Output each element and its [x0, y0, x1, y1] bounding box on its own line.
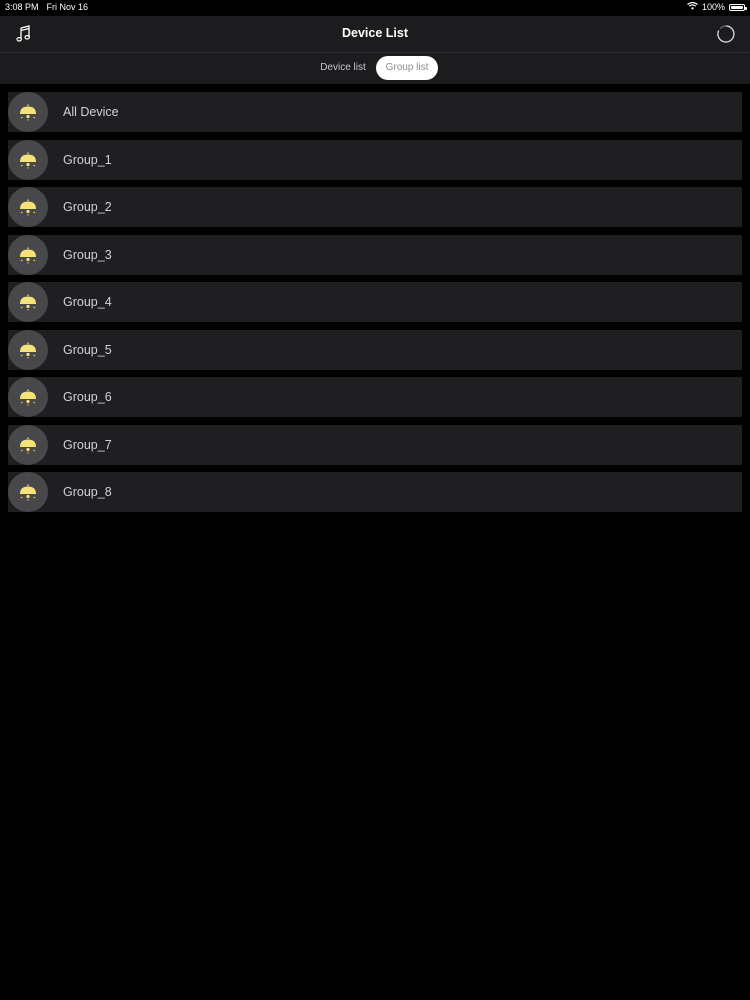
lamp-icon — [8, 92, 48, 132]
group-row-label: Group_5 — [63, 342, 112, 357]
group-row[interactable]: Group_4 — [8, 282, 742, 322]
status-left: 3:08 PM Fri Nov 16 — [5, 2, 88, 12]
group-row-label: All Device — [63, 105, 119, 119]
lamp-icon — [8, 472, 48, 512]
tab-group-list[interactable]: Group list — [376, 56, 438, 80]
lamp-icon — [8, 377, 48, 417]
lamp-icon — [8, 187, 48, 227]
status-bar: 3:08 PM Fri Nov 16 100% — [0, 0, 750, 16]
group-row-label: Group_6 — [63, 390, 112, 404]
status-date: Fri Nov 16 — [46, 2, 89, 12]
battery-percent: 100% — [701, 2, 725, 12]
status-right: 100% — [687, 1, 747, 12]
group-row[interactable]: Group_8 — [8, 472, 742, 512]
group-list: All Device Group_1 Group_2 Group_3 Group_4 Gr… — [8, 92, 742, 520]
navigation-bar: Device List — [0, 16, 750, 53]
group-row[interactable]: Group_5 — [8, 329, 742, 370]
battery-icon — [729, 3, 747, 11]
group-row-label: Group_2 — [63, 200, 112, 214]
lamp-icon — [8, 282, 48, 322]
battery-level-fill — [731, 5, 743, 9]
lamp-icon — [8, 139, 48, 180]
group-row[interactable]: All Device — [8, 92, 742, 132]
group-row[interactable]: Group_2 — [8, 187, 742, 227]
segmented-control: Device list Group list — [0, 53, 750, 84]
loading-spinner-icon[interactable] — [716, 24, 736, 44]
group-row-label: Group_3 — [63, 247, 112, 262]
page-title: Device List — [341, 26, 408, 40]
wifi-icon — [687, 1, 698, 12]
group-row[interactable]: Group_7 — [8, 424, 742, 465]
group-row[interactable]: Group_1 — [8, 139, 742, 180]
group-row-label: Group_1 — [63, 152, 112, 167]
group-row[interactable]: Group_6 — [8, 377, 742, 417]
group-row-label: Group_4 — [63, 295, 112, 309]
lamp-icon — [8, 424, 48, 465]
lamp-icon — [8, 234, 48, 275]
group-row-label: Group_8 — [63, 485, 112, 499]
status-time: 3:08 PM — [5, 2, 39, 12]
group-row-label: Group_7 — [63, 437, 112, 452]
lamp-icon — [8, 329, 48, 370]
group-row[interactable]: Group_3 — [8, 234, 742, 275]
tab-device-list[interactable]: Device list — [313, 56, 373, 80]
